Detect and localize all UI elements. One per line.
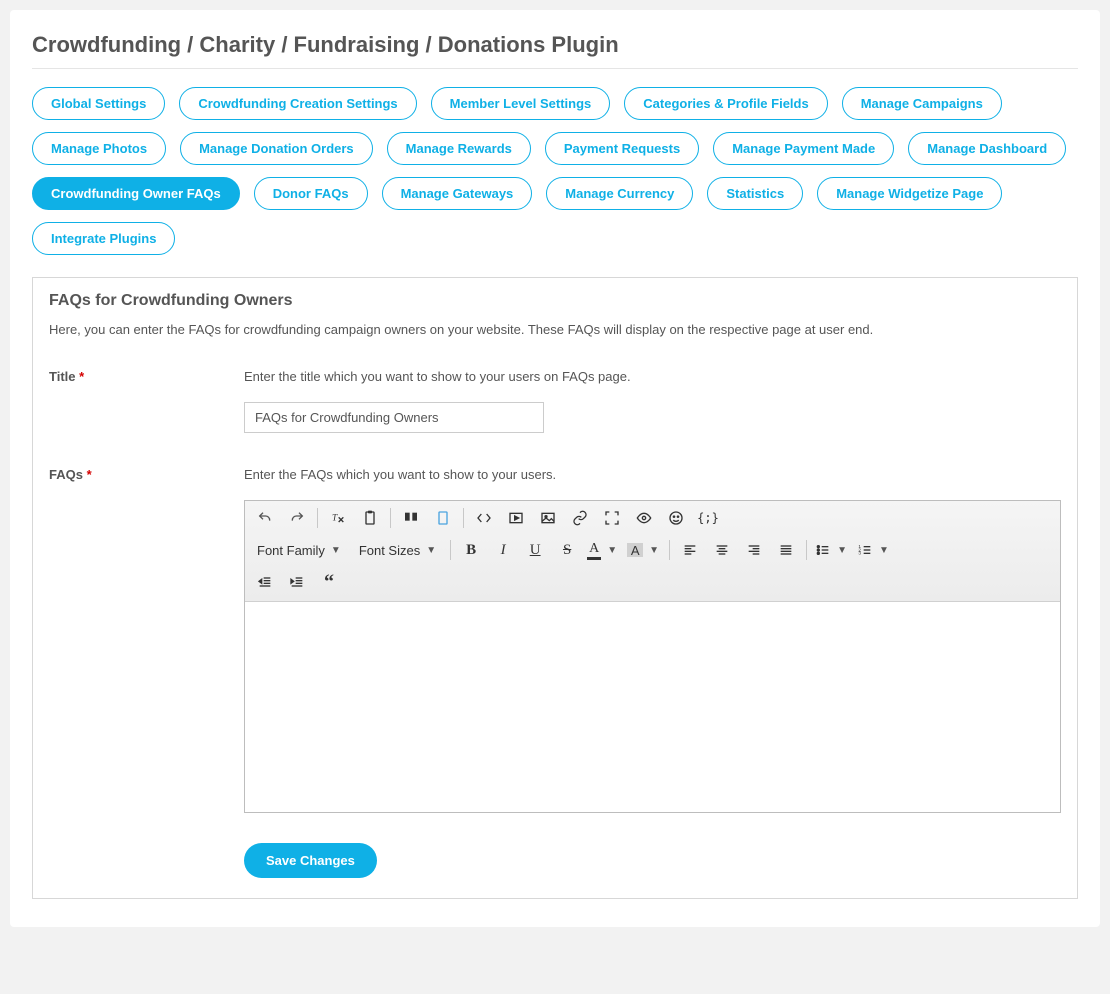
numbered-list-button[interactable]: 123 ▼ (855, 539, 891, 561)
editor-body[interactable] (245, 602, 1060, 812)
required-mark: * (79, 369, 84, 384)
toolbar-separator (450, 540, 451, 560)
title-label-text: Title (49, 369, 76, 384)
align-justify-icon[interactable] (772, 537, 800, 563)
svg-text:T: T (332, 514, 338, 524)
tab-manage-campaigns[interactable]: Manage Campaigns (842, 87, 1002, 120)
source-code-icon[interactable] (470, 505, 498, 531)
redo-icon[interactable] (283, 505, 311, 531)
align-right-icon[interactable] (740, 537, 768, 563)
tab-global-settings[interactable]: Global Settings (32, 87, 165, 120)
tab-crowdfunding-creation-settings[interactable]: Crowdfunding Creation Settings (179, 87, 416, 120)
required-mark: * (87, 467, 92, 482)
undo-icon[interactable] (251, 505, 279, 531)
underline-button[interactable]: U (521, 537, 549, 563)
tab-categories-profile-fields[interactable]: Categories & Profile Fields (624, 87, 827, 120)
tab-statistics[interactable]: Statistics (707, 177, 803, 210)
title-row: Title * Enter the title which you want t… (49, 369, 1061, 433)
section-description: Here, you can enter the FAQs for crowdfu… (49, 322, 1061, 337)
emoji-icon[interactable] (662, 505, 690, 531)
find-replace-icon[interactable] (397, 505, 425, 531)
code-block-icon[interactable]: {;} (694, 505, 722, 531)
bold-button[interactable]: B (457, 537, 485, 563)
title-input[interactable] (244, 402, 544, 433)
tab-integrate-plugins[interactable]: Integrate Plugins (32, 222, 175, 255)
tab-manage-currency[interactable]: Manage Currency (546, 177, 693, 210)
tab-manage-gateways[interactable]: Manage Gateways (382, 177, 533, 210)
font-sizes-label: Font Sizes (359, 543, 420, 558)
text-color-button[interactable]: A ▼ (585, 538, 619, 563)
clear-formatting-icon[interactable]: T (324, 505, 352, 531)
document-icon[interactable] (429, 505, 457, 531)
tab-manage-rewards[interactable]: Manage Rewards (387, 132, 531, 165)
faqs-help: Enter the FAQs which you want to show to… (244, 467, 1061, 482)
font-sizes-select[interactable]: Font Sizes ▼ (353, 540, 442, 561)
link-icon[interactable] (566, 505, 594, 531)
image-icon[interactable] (534, 505, 562, 531)
blockquote-icon[interactable]: “ (315, 569, 343, 595)
content-box: FAQs for Crowdfunding Owners Here, you c… (32, 277, 1078, 899)
tab-manage-donation-orders[interactable]: Manage Donation Orders (180, 132, 373, 165)
tab-crowdfunding-owner-faqs[interactable]: Crowdfunding Owner FAQs (32, 177, 240, 210)
editor-toolbar: T {;} (245, 501, 1060, 602)
paste-icon[interactable] (356, 505, 384, 531)
tab-manage-widgetize-page[interactable]: Manage Widgetize Page (817, 177, 1002, 210)
chevron-down-icon: ▼ (331, 545, 341, 556)
faqs-label-text: FAQs (49, 467, 83, 482)
toolbar-separator (317, 508, 318, 528)
toolbar-separator (806, 540, 807, 560)
font-family-label: Font Family (257, 543, 325, 558)
tab-donor-faqs[interactable]: Donor FAQs (254, 177, 368, 210)
chevron-down-icon: ▼ (607, 545, 617, 556)
align-center-icon[interactable] (708, 537, 736, 563)
outdent-icon[interactable] (251, 569, 279, 595)
font-family-select[interactable]: Font Family ▼ (251, 540, 347, 561)
faqs-label: FAQs * (49, 467, 244, 482)
text-color-letter: A (587, 541, 601, 560)
svg-text:3: 3 (858, 551, 861, 556)
strikethrough-button[interactable]: S (553, 537, 581, 563)
chevron-down-icon: ▼ (649, 545, 659, 556)
chevron-down-icon: ▼ (426, 545, 436, 556)
divider (32, 68, 1078, 69)
background-color-button[interactable]: A ▼ (625, 540, 661, 560)
tab-manage-photos[interactable]: Manage Photos (32, 132, 166, 165)
toolbar-separator (463, 508, 464, 528)
tab-manage-payment-made[interactable]: Manage Payment Made (713, 132, 894, 165)
toolbar-separator (669, 540, 670, 560)
rich-text-editor: T {;} (244, 500, 1061, 813)
tab-member-level-settings[interactable]: Member Level Settings (431, 87, 611, 120)
preview-icon[interactable] (630, 505, 658, 531)
align-left-icon[interactable] (676, 537, 704, 563)
title-label: Title * (49, 369, 244, 384)
tab-manage-dashboard[interactable]: Manage Dashboard (908, 132, 1066, 165)
bg-color-letter: A (627, 543, 643, 557)
save-button[interactable]: Save Changes (244, 843, 377, 878)
bullet-list-button[interactable]: ▼ (813, 539, 849, 561)
tabs: Global Settings Crowdfunding Creation Set… (32, 87, 1078, 255)
chevron-down-icon: ▼ (837, 545, 847, 556)
faqs-row: FAQs * Enter the FAQs which you want to … (49, 467, 1061, 813)
title-help: Enter the title which you want to show t… (244, 369, 1061, 384)
italic-button[interactable]: I (489, 537, 517, 563)
indent-icon[interactable] (283, 569, 311, 595)
fullscreen-icon[interactable] (598, 505, 626, 531)
media-icon[interactable] (502, 505, 530, 531)
toolbar-separator (390, 508, 391, 528)
page-title: Crowdfunding / Charity / Fundraising / D… (32, 32, 1078, 58)
chevron-down-icon: ▼ (879, 545, 889, 556)
tab-payment-requests[interactable]: Payment Requests (545, 132, 699, 165)
section-heading: FAQs for Crowdfunding Owners (49, 292, 1061, 310)
